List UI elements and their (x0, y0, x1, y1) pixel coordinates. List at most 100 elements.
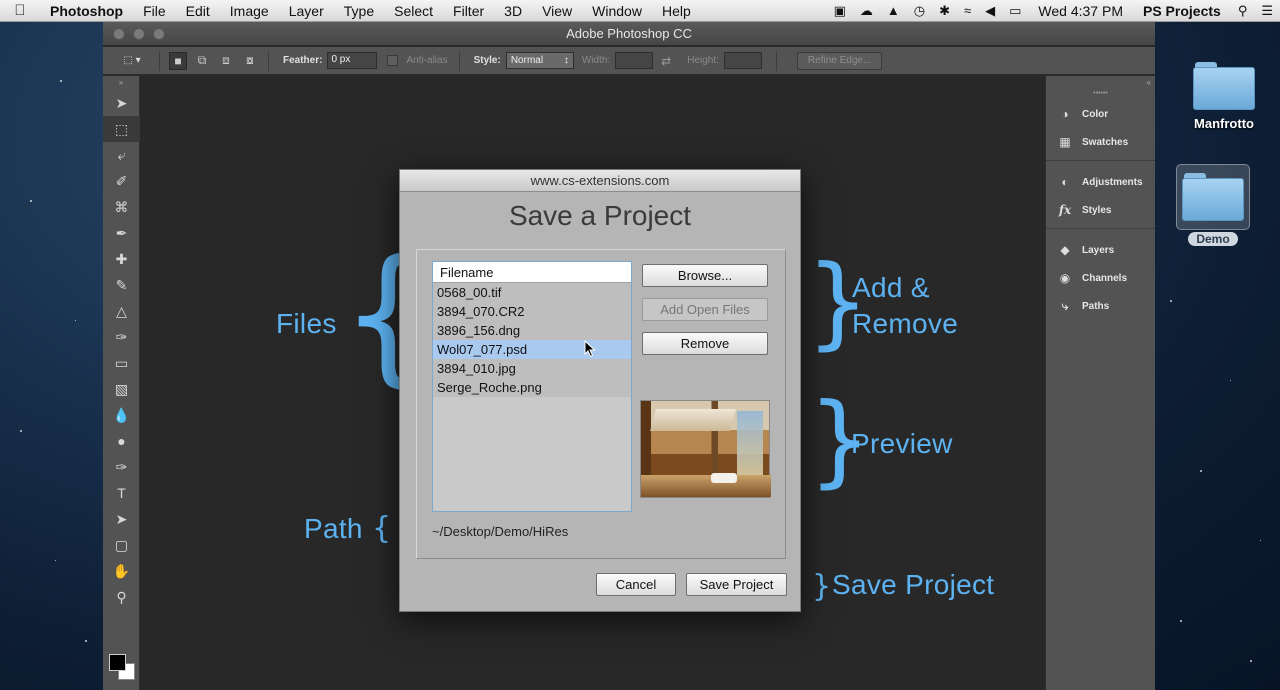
pen-tool-icon[interactable]: ✑ (103, 454, 140, 480)
desktop-folder-demo[interactable]: Demo (1176, 164, 1250, 246)
file-list[interactable]: Filename 0568_00.tif 3894_070.CR2 3896_1… (432, 261, 632, 512)
menubar-user[interactable]: PS Projects (1133, 3, 1231, 19)
hand-tool-icon[interactable]: ✋ (103, 558, 140, 584)
panel-swatches[interactable]: ▦ Swatches (1046, 128, 1155, 156)
history-brush-tool-icon[interactable]: ✑ (103, 324, 140, 350)
divider (1046, 228, 1155, 236)
menu-help[interactable]: Help (652, 0, 701, 22)
menu-window[interactable]: Window (582, 0, 652, 22)
refine-edge-button[interactable]: Refine Edge... (796, 51, 883, 70)
annotation-path: Path (304, 513, 363, 544)
lasso-tool-icon[interactable]: ⤶ (103, 142, 140, 168)
list-item[interactable]: 0568_00.tif (433, 283, 631, 302)
hat-icon[interactable]: ▲ (880, 0, 907, 22)
panel-grip-icon[interactable]: » (103, 76, 139, 90)
antialias-checkbox[interactable] (387, 55, 399, 66)
time-machine-icon[interactable]: ◷ (907, 0, 932, 22)
list-item[interactable]: 3894_010.jpg (433, 359, 631, 378)
panel-channels[interactable]: ◉ Channels (1046, 264, 1155, 292)
move-tool-icon[interactable]: ➤ (103, 90, 140, 116)
menu-file[interactable]: File (133, 0, 176, 22)
panel-label: Color (1082, 108, 1109, 120)
close-button[interactable] (113, 28, 125, 40)
creative-cloud-icon[interactable]: ☁ (853, 0, 880, 22)
foreground-color-swatch[interactable] (109, 654, 126, 671)
antialias-label: Anti-alias (406, 55, 448, 66)
battery-icon[interactable]: ▭ (1002, 0, 1028, 22)
marquee-icon: ⬚ ▾ (123, 55, 141, 66)
style-value: Normal (510, 55, 544, 66)
tool-preset-picker[interactable]: ⬚ ▾ (111, 51, 153, 71)
feather-input[interactable]: 0 px (327, 52, 378, 69)
style-select[interactable]: Normal ↕ (505, 52, 574, 69)
color-swatches[interactable] (107, 654, 137, 684)
panel-grip-icon[interactable]: •••••• (1046, 90, 1155, 100)
path-selection-tool-icon[interactable]: ➤ (103, 506, 140, 532)
panel-collapse-icon[interactable]: « (1046, 76, 1155, 90)
bluetooth-icon[interactable]: ✱ (932, 0, 957, 22)
eraser-tool-icon[interactable]: ▭ (103, 350, 140, 376)
clone-stamp-tool-icon[interactable]: △ (103, 298, 140, 324)
menu-app-name[interactable]: Photoshop (40, 0, 133, 22)
panel-styles[interactable]: fx Styles (1046, 196, 1155, 224)
screen-record-icon[interactable]: ▣ (827, 0, 853, 22)
quick-selection-tool-icon[interactable]: ✐ (103, 168, 140, 194)
blur-tool-icon[interactable]: 💧 (103, 402, 140, 428)
add-open-files-button[interactable]: Add Open Files (642, 298, 768, 321)
panel-layers[interactable]: ◆ Layers (1046, 236, 1155, 264)
zoom-button[interactable] (153, 28, 165, 40)
panel-label: Paths (1082, 300, 1110, 312)
healing-brush-tool-icon[interactable]: ✚ (103, 246, 140, 272)
save-project-button[interactable]: Save Project (686, 573, 787, 596)
annotation-save-project: Save Project (832, 569, 995, 600)
menu-edit[interactable]: Edit (176, 0, 220, 22)
menu-select[interactable]: Select (384, 0, 443, 22)
menu-view[interactable]: View (532, 0, 582, 22)
rectangle-tool-icon[interactable]: ▢ (103, 532, 140, 558)
wifi-icon[interactable]: ≈ (957, 0, 978, 22)
panel-color[interactable]: ◑ Color (1046, 100, 1155, 128)
list-item[interactable]: 3896_156.dng (433, 321, 631, 340)
desktop-folder-manfrotto[interactable]: Manfrotto (1178, 62, 1270, 131)
brush-tool-icon[interactable]: ✎ (103, 272, 140, 298)
menu-layer[interactable]: Layer (279, 0, 334, 22)
crop-tool-icon[interactable]: ⌘ (103, 194, 140, 220)
fx-icon: fx (1058, 203, 1072, 217)
notification-list-icon[interactable]: ☰ (1254, 0, 1280, 22)
marquee-tool-icon[interactable]: ⬚ (103, 116, 140, 142)
type-tool-icon[interactable]: T (103, 480, 140, 506)
spotlight-search-icon[interactable]: ⚲ (1231, 0, 1255, 22)
add-selection-icon[interactable]: ⧉ (193, 52, 211, 70)
cancel-button[interactable]: Cancel (596, 573, 676, 596)
swap-icon[interactable]: ⇄ (661, 54, 671, 68)
menu-type[interactable]: Type (334, 0, 384, 22)
volume-icon[interactable]: ◀ (978, 0, 1002, 22)
browse-button[interactable]: Browse... (642, 264, 768, 287)
list-item[interactable]: 3894_070.CR2 (433, 302, 631, 321)
annotation-files: Files (276, 308, 337, 339)
panel-label: Adjustments (1082, 176, 1143, 188)
zoom-tool-icon[interactable]: ⚲ (103, 584, 140, 610)
minimize-button[interactable] (133, 28, 145, 40)
menubar-clock[interactable]: Wed 4:37 PM (1028, 3, 1133, 19)
list-item[interactable]: Serge_Roche.png (433, 378, 631, 397)
menu-filter[interactable]: Filter (443, 0, 494, 22)
intersect-selection-icon[interactable]: ⧇ (241, 52, 259, 70)
list-item-selected[interactable]: Wol07_077.psd (433, 340, 631, 359)
panel-adjustments[interactable]: ◐ Adjustments (1046, 168, 1155, 196)
remove-button[interactable]: Remove (642, 332, 768, 355)
height-input[interactable] (723, 52, 762, 69)
panel-label: Channels (1082, 272, 1128, 284)
subtract-selection-icon[interactable]: ⧈ (217, 52, 235, 70)
brace-path-icon: { (372, 511, 392, 546)
eyedropper-tool-icon[interactable]: ✒ (103, 220, 140, 246)
menu-3d[interactable]: 3D (494, 0, 532, 22)
dodge-tool-icon[interactable]: ● (103, 428, 140, 454)
gradient-tool-icon[interactable]: ▧ (103, 376, 140, 402)
apple-icon[interactable]:  (0, 2, 40, 19)
panel-paths[interactable]: ⤷ Paths (1046, 292, 1155, 320)
file-list-header[interactable]: Filename (433, 262, 631, 283)
new-selection-icon[interactable]: ■ (169, 51, 187, 70)
width-input[interactable] (615, 52, 654, 69)
menu-image[interactable]: Image (220, 0, 279, 22)
